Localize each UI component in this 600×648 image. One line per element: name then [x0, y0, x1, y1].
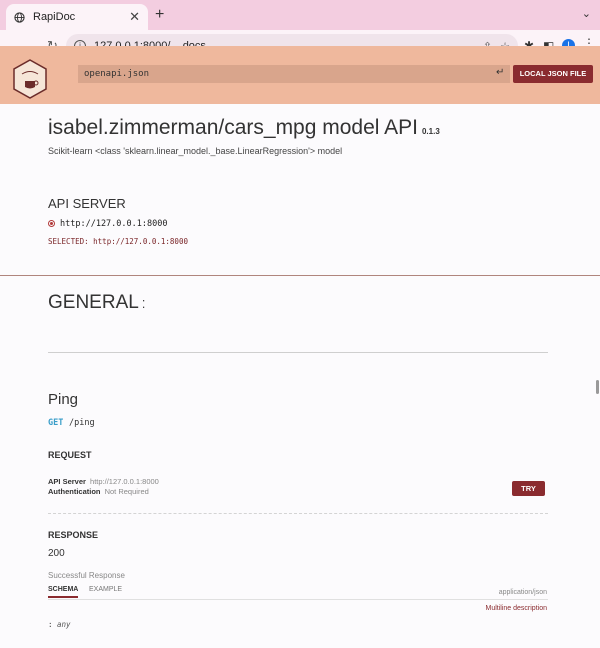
multiline-description-link[interactable]: Multiline description	[486, 605, 547, 612]
endpoint-path: /ping	[69, 418, 95, 428]
vetiver-logo	[13, 59, 47, 99]
tab-strip: RapiDoc ✕ + ⌄	[0, 0, 600, 30]
status-code: 200	[48, 548, 65, 559]
close-icon[interactable]: ✕	[129, 9, 140, 25]
api-title: isabel.zimmerman/cars_mpg model API 0.1.3	[48, 116, 440, 140]
section-divider	[0, 275, 600, 276]
api-description: Scikit-learn <class 'sklearn.linear_mode…	[48, 146, 343, 156]
response-description: Successful Response	[48, 571, 125, 580]
tab-title: RapiDoc	[33, 11, 76, 23]
request-heading: REQUEST	[48, 450, 92, 460]
server-radio[interactable]	[48, 220, 55, 227]
api-server-key: API Server	[48, 477, 86, 486]
schema-line: : any	[48, 620, 71, 629]
spec-url-input[interactable]	[78, 65, 510, 83]
response-heading: RESPONSE	[48, 530, 99, 540]
schema-prefix: :	[48, 620, 53, 629]
new-tab-button[interactable]: +	[155, 6, 164, 24]
enter-icon[interactable]: ↵	[496, 67, 504, 78]
general-heading-text: GENERAL	[48, 292, 139, 313]
local-json-file-button[interactable]: LOCAL JSON FILE	[513, 65, 593, 83]
api-version: 0.1.3	[421, 127, 440, 136]
try-button[interactable]: TRY	[512, 481, 545, 496]
divider	[48, 352, 548, 353]
schema-type: any	[57, 620, 71, 629]
selected-server: SELECTED: http://127.0.0.1:8000	[48, 237, 188, 246]
api-server-value: http://127.0.0.1:8000	[90, 477, 159, 486]
tab-schema[interactable]: SCHEMA	[48, 586, 79, 598]
api-server-heading: API SERVER	[48, 196, 126, 211]
server-url-option[interactable]: http://127.0.0.1:8000	[60, 219, 167, 229]
tab-example[interactable]: EXAMPLE	[89, 586, 122, 593]
expand-dots-icon[interactable]: ⁚	[142, 299, 146, 311]
chevron-down-icon[interactable]: ⌄	[582, 7, 591, 20]
api-server-row: API Server http://127.0.0.1:8000	[48, 477, 159, 486]
browser-tab[interactable]: RapiDoc ✕	[6, 4, 148, 30]
dashed-divider	[48, 513, 548, 514]
scrollbar-thumb[interactable]	[596, 380, 599, 394]
http-method: GET	[48, 418, 64, 428]
content-type: application/json	[498, 589, 547, 596]
api-title-text: isabel.zimmerman/cars_mpg model API	[48, 116, 418, 139]
authentication-row: Authentication Not Required	[48, 487, 149, 496]
authentication-value: Not Required	[104, 487, 149, 496]
tabs-divider	[48, 599, 548, 600]
general-tag-heading: GENERAL ⁚	[48, 292, 145, 314]
authentication-key: Authentication	[48, 487, 101, 496]
globe-icon	[14, 11, 25, 23]
operation-title: Ping	[48, 391, 79, 408]
